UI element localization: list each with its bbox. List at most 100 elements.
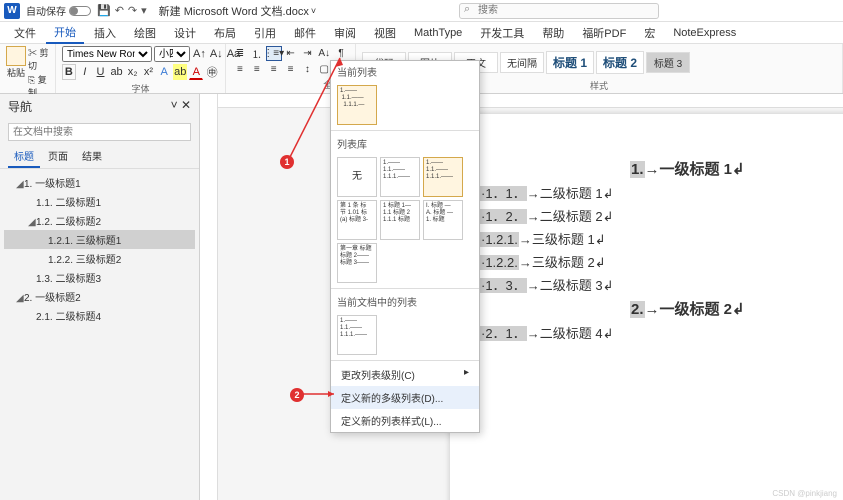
grow-font-icon[interactable]: A↑ [192, 46, 207, 62]
ribbon-tab-14[interactable]: 宏 [636, 23, 663, 43]
doc-line[interactable]: 2.→一级标题 2↲ [630, 298, 843, 319]
nav-tab[interactable]: 标题 [8, 145, 40, 168]
style-item[interactable]: 标题 2 [596, 51, 644, 74]
nav-search-input[interactable] [8, 123, 191, 141]
dropdown-section-library: 列表库 [331, 133, 479, 154]
document-title: 新建 Microsoft Word 文档.docx [159, 3, 309, 19]
italic-button[interactable]: I [78, 64, 92, 80]
tree-item[interactable]: 2.1. 二级标题4 [4, 306, 195, 325]
navigation-pane: 导航 ˅ ✕ 标题页面结果 ◢1. 一级标题11.1. 二级标题1◢1.2. 二… [0, 94, 200, 500]
tree-item[interactable]: ◢1. 一级标题1 [4, 173, 195, 192]
autosave-switch-icon[interactable] [69, 6, 91, 16]
ribbon-tab-5[interactable]: 布局 [206, 23, 244, 43]
ribbon-tab-12[interactable]: 帮助 [534, 23, 572, 43]
redo-icon[interactable]: ↷ [128, 4, 137, 17]
ribbon-tab-2[interactable]: 插入 [86, 23, 124, 43]
list-library-item[interactable]: 第 1 条 标节 1.01 标(a) 标题 3- [337, 200, 377, 240]
cut-button[interactable]: ✂ 剪切 [28, 46, 49, 72]
search-box[interactable] [459, 3, 659, 19]
ribbon-tab-3[interactable]: 绘图 [126, 23, 164, 43]
clipboard-group: 粘贴 ✂ 剪切 ⎘ 复制 🖌 格式刷 剪贴板 [0, 44, 56, 93]
highlight-button[interactable]: ab [173, 64, 187, 80]
font-color-button[interactable]: A [189, 64, 203, 80]
tree-item[interactable]: 1.2.1. 三级标题1 [4, 230, 195, 249]
change-list-level-item[interactable]: 更改列表级别(C)▸ [331, 363, 479, 386]
ribbon-tab-7[interactable]: 邮件 [286, 23, 324, 43]
define-new-list-style-item[interactable]: 定义新的列表样式(L)... [331, 409, 479, 432]
phonetic-button[interactable]: ㊥ [205, 64, 219, 80]
autosave-toggle[interactable]: 自动保存 [26, 3, 91, 18]
watermark: CSDN @pinkjiang [772, 489, 837, 498]
nav-tab[interactable]: 结果 [76, 145, 108, 168]
tree-item[interactable]: 1.1. 二级标题1 [4, 192, 195, 211]
ribbon-tab-8[interactable]: 审阅 [326, 23, 364, 43]
doc-line[interactable]: 1.→一级标题 1↲ [630, 158, 843, 179]
superscript-button[interactable]: x² [142, 64, 156, 80]
heading-tree: ◢1. 一级标题11.1. 二级标题1◢1.2. 二级标题21.2.1. 三级标… [0, 169, 199, 329]
multilevel-list-button[interactable]: ⋮≡▾ [266, 46, 282, 61]
ribbon-tab-0[interactable]: 文件 [6, 23, 44, 43]
document-page[interactable]: 1.→一级标题 1↲ ·1．1．→二级标题 1↲ ·1．2．→二级标题 2↲ ·1.2… [450, 114, 843, 500]
shrink-font-icon[interactable]: A↓ [209, 46, 224, 62]
search-input[interactable] [459, 3, 659, 19]
quick-access-toolbar: 💾 ↶ ↷ ▾ [97, 4, 147, 17]
underline-button[interactable]: U [94, 64, 108, 80]
nav-title: 导航 [8, 98, 32, 115]
title-bar: W 自动保存 💾 ↶ ↷ ▾ 新建 Microsoft Word 文档.docx… [0, 0, 843, 22]
list-library-item[interactable]: 1 标题 1—1.1 标题 21.1.1 标题 [380, 200, 420, 240]
multilevel-list-dropdown: 当前列表 1.—— 1.1.—— 1.1.1.— 列表库 无1.—— 1.1.—… [330, 60, 480, 433]
ribbon-tab-13[interactable]: 福昕PDF [574, 23, 634, 43]
indoc-list-preview[interactable]: 1.—— 1.1.—— 1.1.1.—— [337, 315, 377, 355]
annotation-2: 2 [290, 388, 304, 402]
list-library-item[interactable]: 1.—— 1.1.—— 1.1.1.—— [423, 157, 463, 197]
nav-dropdown-icon[interactable]: ˅ [171, 98, 178, 112]
doc-line[interactable]: ·2．1．→二级标题 4↲ [480, 323, 843, 342]
doc-line[interactable]: ·1.2.1.→三级标题 1↲ [480, 229, 843, 248]
qat-more-icon[interactable]: ▾ [141, 4, 147, 17]
style-item[interactable]: 标题 1 [546, 51, 594, 74]
ribbon-tab-4[interactable]: 设计 [166, 23, 204, 43]
undo-icon[interactable]: ↶ [115, 4, 124, 17]
align-center-button[interactable]: ≡ [249, 62, 265, 77]
style-item[interactable]: 标题 3 [646, 52, 690, 73]
list-library-item[interactable]: 1.—— 1.1.—— 1.1.1.—— [380, 157, 420, 197]
doc-line[interactable]: ·1．3．→二级标题 3↲ [480, 275, 843, 294]
list-library-item[interactable]: I. 标题 —A. 标题 —1. 标题 [423, 200, 463, 240]
align-left-button[interactable]: ≡ [232, 62, 248, 77]
nav-tabs: 标题页面结果 [0, 145, 199, 169]
tree-item[interactable]: ◢1.2. 二级标题2 [4, 211, 195, 230]
dropdown-section-current: 当前列表 [331, 61, 479, 82]
font-group: Times New Roman 小四 A↑ A↓ Aa B I U ab x₂ … [56, 44, 226, 93]
bold-button[interactable]: B [62, 64, 76, 80]
subscript-button[interactable]: x₂ [126, 64, 140, 80]
list-library-item[interactable]: 第一章 标题标题 2——标题 3—— [337, 243, 377, 283]
tree-item[interactable]: 1.2.2. 三级标题2 [4, 249, 195, 268]
ribbon-tabs: 文件开始插入绘图设计布局引用邮件审阅视图MathType开发工具帮助福昕PDF宏… [0, 22, 843, 44]
paste-icon [6, 46, 26, 66]
align-right-button[interactable]: ≡ [266, 62, 282, 77]
title-dropdown-icon[interactable]: ˅ [311, 6, 316, 16]
nav-tab[interactable]: 页面 [42, 145, 74, 168]
ribbon-tab-10[interactable]: MathType [406, 25, 470, 41]
define-new-multilevel-item[interactable]: 定义新的多级列表(D)... [331, 386, 479, 409]
text-effect-button[interactable]: A [157, 64, 171, 80]
ribbon-tab-11[interactable]: 开发工具 [472, 23, 532, 43]
font-size-select[interactable]: 小四 [154, 46, 190, 62]
ribbon-tab-9[interactable]: 视图 [366, 23, 404, 43]
ribbon-tab-1[interactable]: 开始 [46, 22, 84, 44]
doc-line[interactable]: ·1.2.2.→三级标题 2↲ [480, 252, 843, 271]
bullets-button[interactable]: ≣ [232, 46, 248, 61]
style-item[interactable]: 无间隔 [500, 52, 544, 73]
nav-close-icon[interactable]: ✕ [181, 98, 191, 112]
tree-item[interactable]: 1.3. 二级标题3 [4, 268, 195, 287]
dropdown-section-indoc: 当前文档中的列表 [331, 291, 479, 312]
font-name-select[interactable]: Times New Roman [62, 46, 152, 62]
vertical-ruler [200, 94, 218, 500]
ribbon-tab-15[interactable]: NoteExpress [665, 25, 744, 41]
ribbon-tab-6[interactable]: 引用 [246, 23, 284, 43]
save-icon[interactable]: 💾 [97, 4, 111, 17]
doc-line[interactable]: ·1．1．→二级标题 1↲ [480, 183, 843, 202]
strikethrough-button[interactable]: ab [109, 64, 123, 80]
tree-item[interactable]: ◢2. 一级标题2 [4, 287, 195, 306]
doc-line[interactable]: ·1．2．→二级标题 2↲ [480, 206, 843, 225]
